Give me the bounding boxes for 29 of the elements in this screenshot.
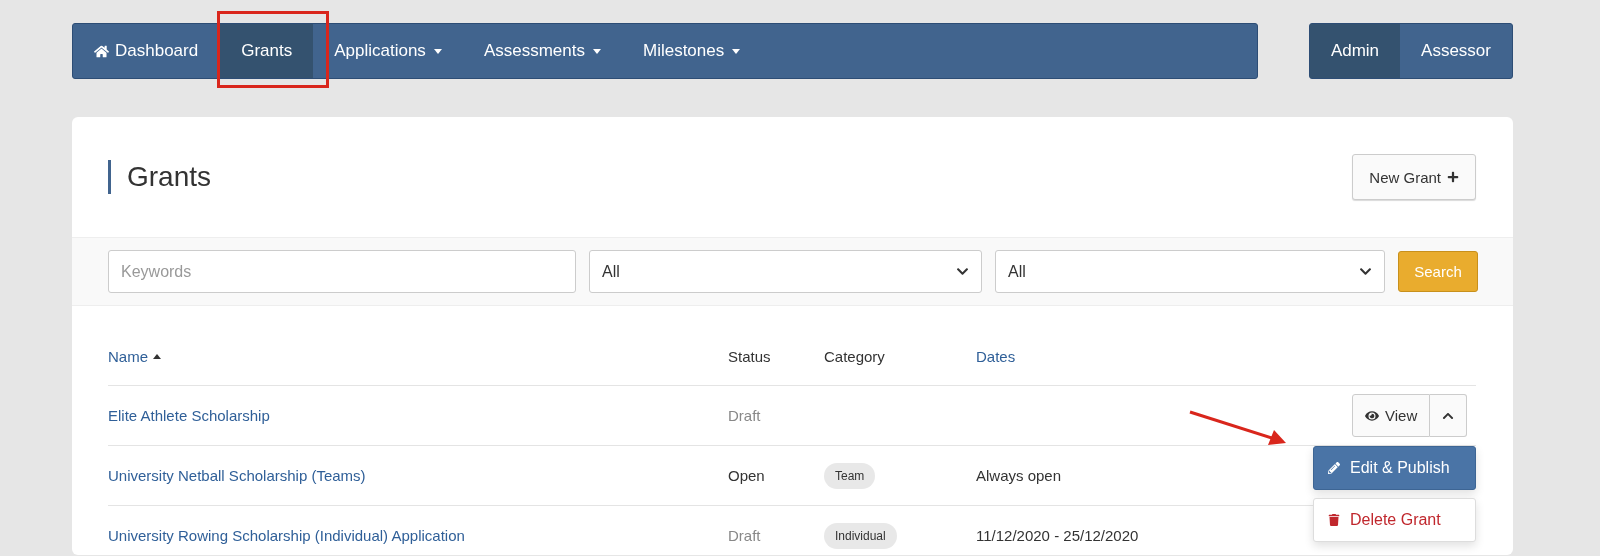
- nav-tab[interactable]: Milestones: [621, 24, 762, 78]
- category-tag: Team: [824, 462, 876, 489]
- column-header: Status: [728, 348, 772, 365]
- dates-text: Always open: [976, 467, 1062, 484]
- filter-select[interactable]: All: [589, 250, 982, 293]
- category-tag: Individual: [824, 522, 897, 549]
- column-header: Category: [824, 348, 886, 365]
- filter-select[interactable]: All: [995, 250, 1385, 293]
- status-text: Draft: [728, 407, 762, 424]
- dates-text: 11/12/2020 - 25/12/2020: [976, 527, 1139, 544]
- grant-name-link[interactable]: University Netball Scholarship (Teams): [108, 467, 728, 484]
- new-grant-button[interactable]: New Grant: [1352, 154, 1476, 200]
- menu-item[interactable]: Edit & Publish: [1313, 446, 1476, 490]
- column-header[interactable]: Name: [108, 348, 728, 365]
- role-tab[interactable]: Assessor: [1400, 24, 1512, 78]
- view-button[interactable]: View: [1352, 394, 1431, 437]
- nav-tab[interactable]: Applications: [313, 24, 463, 78]
- role-tab[interactable]: Admin: [1309, 24, 1401, 78]
- nav-tab[interactable]: Grants: [220, 24, 314, 78]
- status-text: Draft: [728, 527, 762, 544]
- nav-tab[interactable]: Assessments: [462, 24, 622, 78]
- menu-item[interactable]: Delete Grant: [1313, 498, 1476, 542]
- page-title: Grants: [108, 160, 212, 194]
- keywords-field[interactable]: Keywords: [108, 250, 576, 293]
- column-header[interactable]: Dates: [976, 348, 1352, 365]
- nav-tab[interactable]: Dashboard: [73, 24, 213, 78]
- status-text: Open: [728, 467, 766, 484]
- grant-name-link[interactable]: University Rowing Scholarship (Individual) Application: [108, 527, 728, 544]
- grant-name-link[interactable]: Elite Athlete Scholarship: [108, 407, 728, 424]
